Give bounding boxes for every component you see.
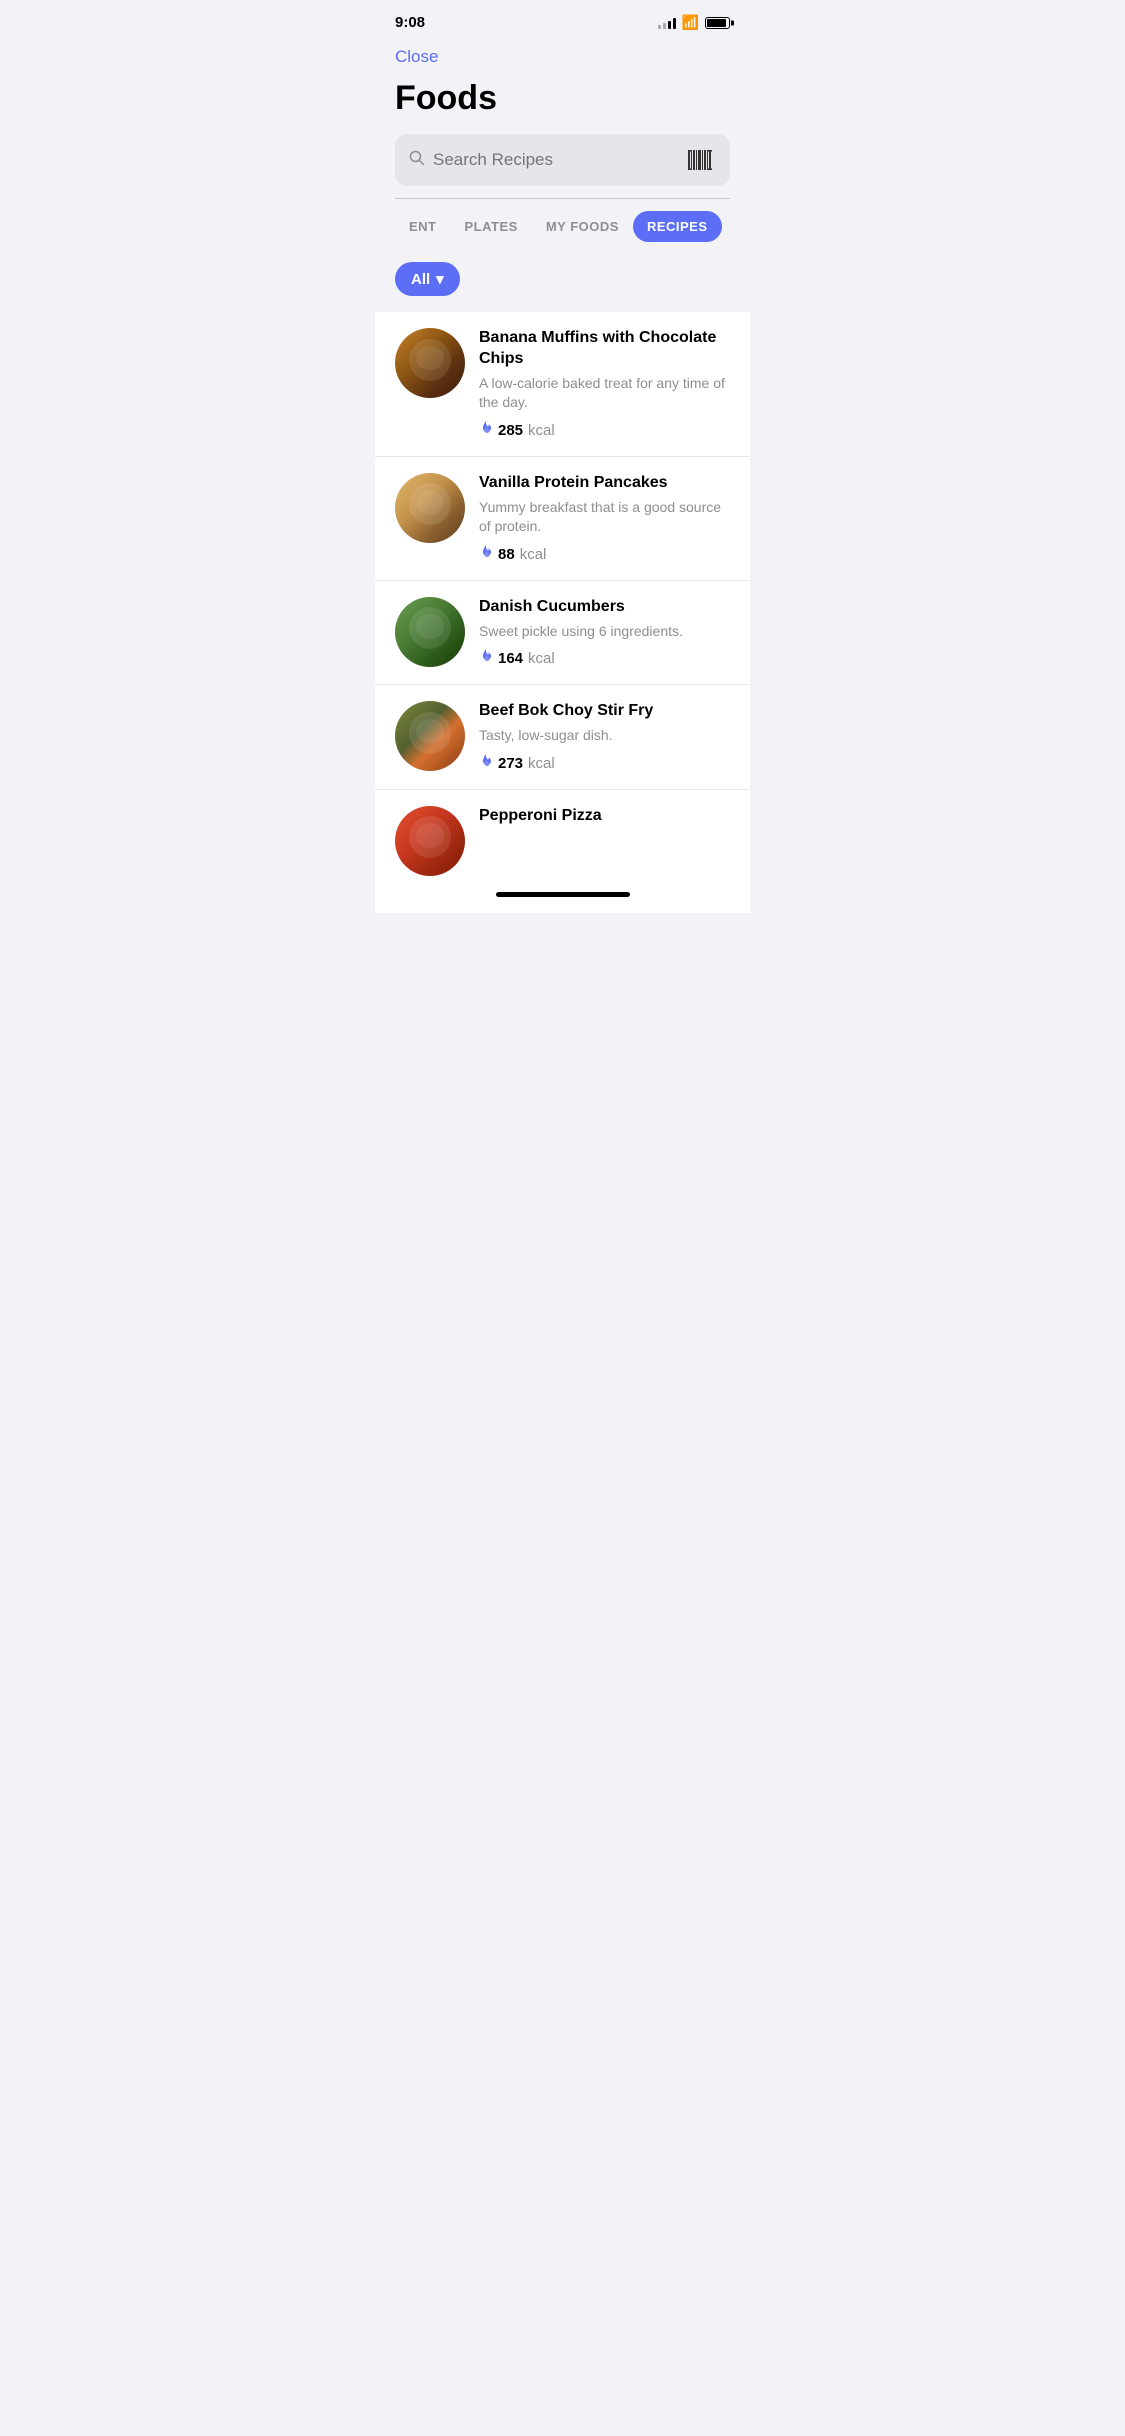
- barcode-icon: [686, 146, 714, 174]
- tab-plates[interactable]: PLATES: [451, 211, 532, 242]
- recipe-info-3: Danish Cucumbers Sweet pickle using 6 in…: [479, 597, 730, 668]
- recipe-image-pancakes: [395, 473, 465, 543]
- signal-strength-icon: [658, 17, 676, 29]
- calorie-unit-2: kcal: [520, 546, 547, 563]
- tabs-container: ENT PLATES MY FOODS RECIPES: [375, 199, 750, 254]
- recipe-item-2[interactable]: Vanilla Protein Pancakes Yummy breakfast…: [375, 457, 750, 581]
- recipe-desc-1: A low-calorie baked treat for any time o…: [479, 374, 730, 413]
- tab-recipes[interactable]: RECIPES: [633, 211, 722, 242]
- flame-icon-3: [479, 649, 493, 668]
- filter-label: All: [411, 271, 430, 288]
- home-indicator: [496, 892, 630, 897]
- recipe-desc-4: Tasty, low-sugar dish.: [479, 726, 730, 746]
- recipe-item-5[interactable]: Pepperoni Pizza: [375, 790, 750, 880]
- recipe-name-3: Danish Cucumbers: [479, 597, 730, 618]
- flame-icon-4: [479, 754, 493, 773]
- barcode-button[interactable]: [684, 144, 716, 176]
- recipe-item-3[interactable]: Danish Cucumbers Sweet pickle using 6 in…: [375, 581, 750, 685]
- recipes-list: Banana Muffins with Chocolate Chips A lo…: [375, 312, 750, 880]
- header: Close Foods: [375, 39, 750, 199]
- recipe-item-1[interactable]: Banana Muffins with Chocolate Chips A lo…: [375, 312, 750, 457]
- filter-row: All ▾: [375, 254, 750, 312]
- recipe-name-1: Banana Muffins with Chocolate Chips: [479, 328, 730, 370]
- recipe-calories-2: 88 kcal: [479, 545, 730, 564]
- recipe-desc-2: Yummy breakfast that is a good source of…: [479, 498, 730, 537]
- flame-icon-2: [479, 545, 493, 564]
- search-icon: [409, 150, 425, 171]
- calorie-value-4: 273: [498, 755, 523, 772]
- battery-icon: [705, 17, 730, 29]
- calorie-unit-3: kcal: [528, 650, 555, 667]
- tab-recent[interactable]: ENT: [395, 211, 451, 242]
- recipe-image-pizza: [395, 806, 465, 876]
- recipe-image-muffins: [395, 328, 465, 398]
- status-time: 9:08: [395, 14, 425, 31]
- status-bar: 9:08 📶: [375, 0, 750, 39]
- chevron-down-icon: ▾: [436, 270, 444, 288]
- close-button[interactable]: Close: [395, 43, 438, 71]
- recipe-image-stirfry: [395, 701, 465, 771]
- recipe-info-5: Pepperoni Pizza: [479, 806, 730, 831]
- search-bar: [395, 134, 730, 186]
- recipe-name-5: Pepperoni Pizza: [479, 806, 730, 827]
- filter-all-button[interactable]: All ▾: [395, 262, 460, 296]
- calorie-unit-4: kcal: [528, 755, 555, 772]
- tab-myfoods[interactable]: MY FOODS: [532, 211, 633, 242]
- wifi-icon: 📶: [682, 14, 699, 31]
- recipe-info-1: Banana Muffins with Chocolate Chips A lo…: [479, 328, 730, 440]
- flame-icon-1: [479, 421, 493, 440]
- recipe-calories-4: 273 kcal: [479, 754, 730, 773]
- calorie-value-3: 164: [498, 650, 523, 667]
- recipe-calories-3: 164 kcal: [479, 649, 730, 668]
- recipe-calories-1: 285 kcal: [479, 421, 730, 440]
- recipe-info-2: Vanilla Protein Pancakes Yummy breakfast…: [479, 473, 730, 564]
- recipe-info-4: Beef Bok Choy Stir Fry Tasty, low-sugar …: [479, 701, 730, 772]
- search-input[interactable]: [433, 150, 684, 170]
- calorie-unit-1: kcal: [528, 422, 555, 439]
- recipe-item-4[interactable]: Beef Bok Choy Stir Fry Tasty, low-sugar …: [375, 685, 750, 789]
- recipe-desc-3: Sweet pickle using 6 ingredients.: [479, 622, 730, 642]
- recipe-name-2: Vanilla Protein Pancakes: [479, 473, 730, 494]
- calorie-value-1: 285: [498, 422, 523, 439]
- calorie-value-2: 88: [498, 546, 515, 563]
- page-title: Foods: [395, 79, 730, 118]
- recipe-name-4: Beef Bok Choy Stir Fry: [479, 701, 730, 722]
- status-icons: 📶: [658, 14, 730, 31]
- recipe-image-cucumbers: [395, 597, 465, 667]
